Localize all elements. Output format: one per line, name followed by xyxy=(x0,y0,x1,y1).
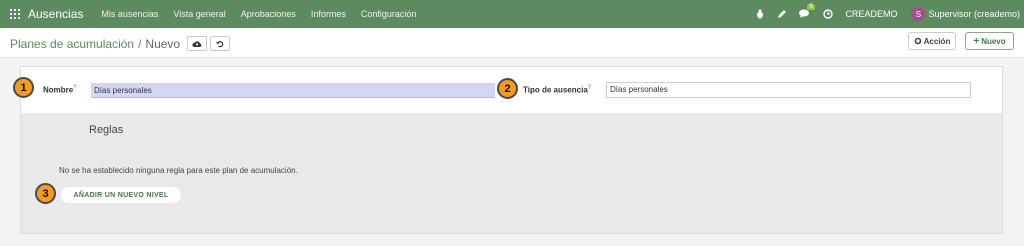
nombre-label: Nombre? xyxy=(43,85,77,95)
messages-icon[interactable]: 5 xyxy=(799,4,815,19)
tipo-ausencia-label: Tipo de ausencia? xyxy=(523,85,592,95)
menu-mis-ausencias[interactable]: Mis ausencias xyxy=(101,9,158,19)
nombre-help-icon[interactable]: ? xyxy=(73,85,76,91)
callout-2: 2 xyxy=(497,78,518,99)
bug-icon[interactable] xyxy=(755,9,765,19)
breadcrumb-current: Nuevo xyxy=(145,36,181,51)
top-navbar: Ausencias Mis ausencias Vista general Ap… xyxy=(0,0,1024,28)
save-cloud-button[interactable] xyxy=(187,36,208,51)
nombre-input[interactable]: Días personales xyxy=(91,83,495,98)
edit-pencil-icon[interactable] xyxy=(777,9,787,19)
breadcrumb-separator: / xyxy=(138,36,142,51)
user-menu[interactable]: Supervisor (creademo) xyxy=(928,9,1020,19)
discard-button[interactable] xyxy=(210,36,231,51)
menu-aprobaciones[interactable]: Aprobaciones xyxy=(241,9,296,19)
menu-configuracion[interactable]: Configuración xyxy=(361,9,417,19)
gear-icon xyxy=(914,37,921,45)
empty-rules-message: No se ha establecido ninguna regla para … xyxy=(59,166,298,175)
accion-label: Acción xyxy=(923,36,951,46)
tipo-ausencia-input[interactable]: Días personales xyxy=(606,82,971,98)
callout-3: 3 xyxy=(35,183,56,204)
app-title[interactable]: Ausencias xyxy=(28,7,83,21)
undo-icon xyxy=(216,40,224,47)
breadcrumb-parent[interactable]: Planes de acumulación xyxy=(10,37,134,51)
clock-icon[interactable] xyxy=(823,9,834,19)
nuevo-button[interactable]: + Nuevo xyxy=(965,32,1014,50)
control-panel: Planes de acumulación / Nuevo Acción + N… xyxy=(0,28,1024,58)
plus-icon: + xyxy=(973,35,980,47)
rules-title: Reglas xyxy=(89,124,124,136)
cloud-upload-icon xyxy=(192,40,202,47)
add-level-button[interactable]: AÑADIR UN NUEVO NIVEL xyxy=(61,187,181,203)
tipo-help-icon[interactable]: ? xyxy=(588,85,591,91)
menu-informes[interactable]: Informes xyxy=(311,9,346,19)
company-switcher[interactable]: CREADEMO xyxy=(845,9,897,19)
accion-button[interactable]: Acción xyxy=(908,32,956,50)
callout-1: 1 xyxy=(13,77,34,98)
nuevo-label: Nuevo xyxy=(981,36,1006,46)
apps-menu-icon[interactable] xyxy=(10,9,20,19)
messages-badge: 5 xyxy=(807,4,815,10)
menu-vista-general[interactable]: Vista general xyxy=(173,9,225,19)
breadcrumb: Planes de acumulación / Nuevo xyxy=(10,36,231,51)
avatar[interactable]: S xyxy=(911,7,926,21)
